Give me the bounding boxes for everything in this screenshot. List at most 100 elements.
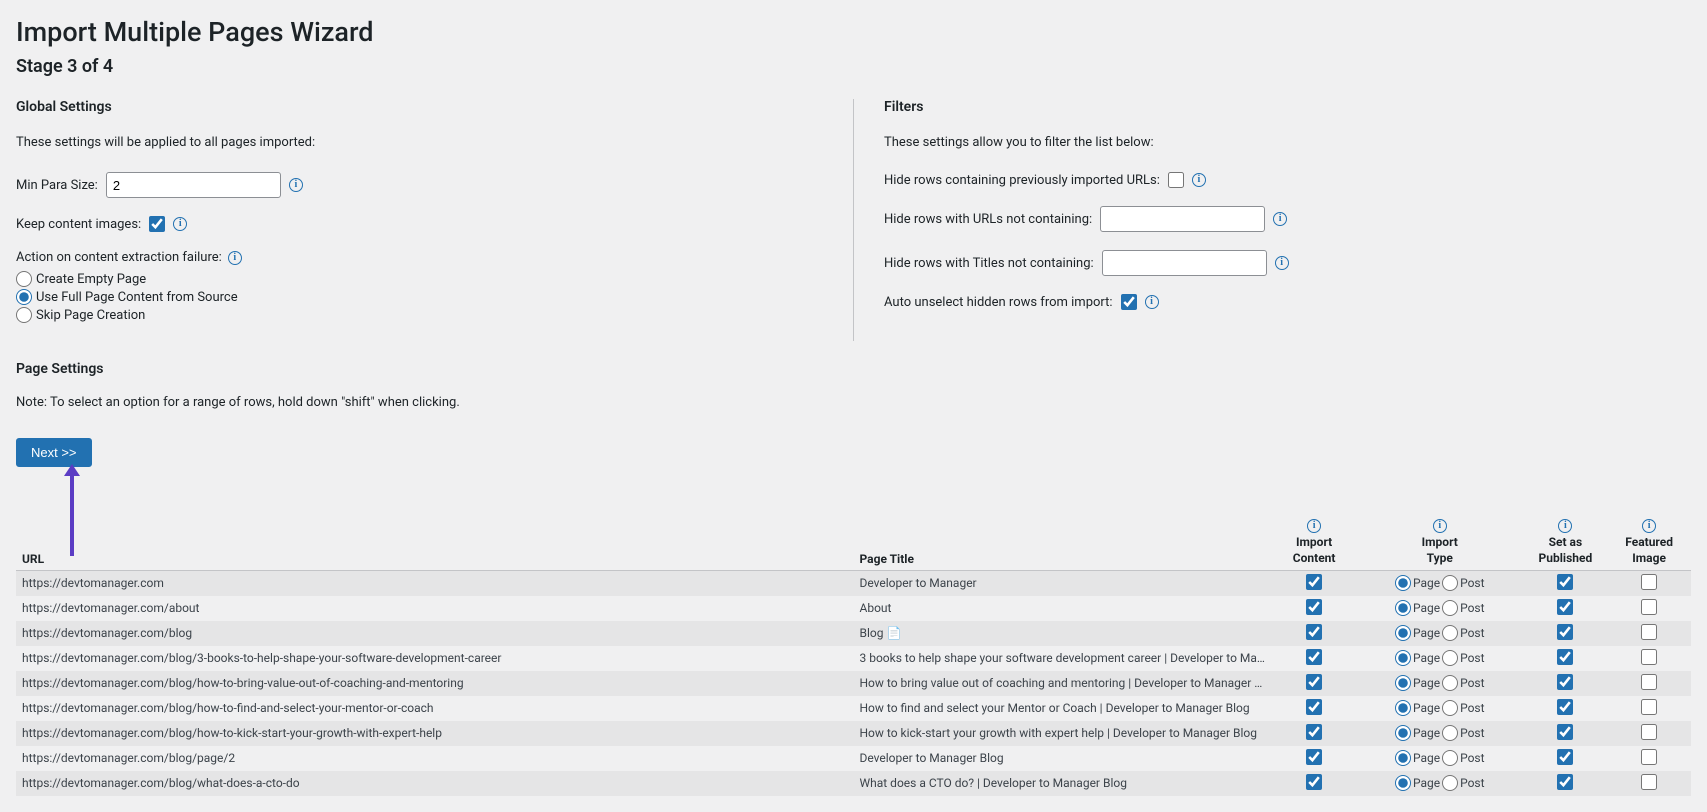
- title-cell: Developer to Manager: [854, 570, 1273, 596]
- extraction-failure-label: Action on content extraction failure:: [16, 250, 222, 265]
- title-cell: How to find and select your Mentor or Co…: [854, 696, 1273, 721]
- info-icon[interactable]: [1642, 519, 1656, 533]
- table-row: https://devtomanager.comDeveloper to Man…: [16, 570, 1691, 596]
- create-empty-page-radio[interactable]: [16, 271, 32, 287]
- import-type-post-label: Post: [1460, 576, 1484, 590]
- set-as-published-checkbox[interactable]: [1557, 649, 1573, 665]
- info-icon[interactable]: [1273, 212, 1287, 226]
- set-as-published-checkbox[interactable]: [1557, 624, 1573, 640]
- import-content-checkbox[interactable]: [1306, 724, 1322, 740]
- featured-image-checkbox[interactable]: [1641, 574, 1657, 590]
- import-content-checkbox[interactable]: [1306, 774, 1322, 790]
- import-type-post-radio[interactable]: [1442, 575, 1458, 591]
- set-as-published-checkbox[interactable]: [1557, 599, 1573, 615]
- import-type-page-radio[interactable]: [1395, 775, 1411, 791]
- import-type-page-radio[interactable]: [1395, 625, 1411, 641]
- info-icon[interactable]: [1433, 519, 1447, 533]
- import-type-post-radio[interactable]: [1442, 700, 1458, 716]
- featured-image-checkbox[interactable]: [1641, 599, 1657, 615]
- import-content-checkbox[interactable]: [1306, 699, 1322, 715]
- title-cell: What does a CTO do? | Developer to Manag…: [854, 771, 1273, 796]
- import-type-page-radio[interactable]: [1395, 725, 1411, 741]
- page-title-column-header: Page Title: [854, 515, 1273, 570]
- featured-header-2: Image: [1632, 551, 1666, 565]
- info-icon[interactable]: [1145, 295, 1159, 309]
- info-icon[interactable]: [1558, 519, 1572, 533]
- set-as-published-checkbox[interactable]: [1557, 674, 1573, 690]
- url-cell: https://devtomanager.com/blog/how-to-fin…: [16, 696, 854, 721]
- import-type-page-radio[interactable]: [1395, 675, 1411, 691]
- keep-content-images-checkbox[interactable]: [149, 216, 165, 232]
- hide-prev-imported-label: Hide rows containing previously imported…: [884, 173, 1160, 188]
- set-as-published-checkbox[interactable]: [1557, 774, 1573, 790]
- info-icon[interactable]: [228, 251, 242, 265]
- set-as-published-checkbox[interactable]: [1557, 574, 1573, 590]
- featured-image-checkbox[interactable]: [1641, 699, 1657, 715]
- featured-image-checkbox[interactable]: [1641, 624, 1657, 640]
- import-type-page-radio[interactable]: [1395, 650, 1411, 666]
- info-icon[interactable]: [1192, 173, 1206, 187]
- featured-header-1: Featured: [1625, 535, 1673, 549]
- import-type-header-1: Import: [1422, 535, 1458, 549]
- auto-unselect-checkbox[interactable]: [1121, 294, 1137, 310]
- set-as-published-checkbox[interactable]: [1557, 749, 1573, 765]
- featured-image-checkbox[interactable]: [1641, 749, 1657, 765]
- info-icon[interactable]: [289, 178, 303, 192]
- filters-heading: Filters: [884, 99, 1691, 115]
- import-type-post-radio[interactable]: [1442, 725, 1458, 741]
- use-full-page-label: Use Full Page Content from Source: [36, 290, 238, 305]
- skip-page-creation-radio[interactable]: [16, 307, 32, 323]
- title-cell: 3 books to help shape your software deve…: [854, 646, 1273, 671]
- import-type-post-radio[interactable]: [1442, 650, 1458, 666]
- page-settings-note: Note: To select an option for a range of…: [16, 395, 1691, 410]
- import-content-checkbox[interactable]: [1306, 624, 1322, 640]
- import-content-checkbox[interactable]: [1306, 649, 1322, 665]
- import-content-checkbox[interactable]: [1306, 599, 1322, 615]
- import-type-post-label: Post: [1460, 676, 1484, 690]
- skip-page-creation-label: Skip Page Creation: [36, 308, 145, 323]
- featured-image-checkbox[interactable]: [1641, 724, 1657, 740]
- hide-titles-not-containing-input[interactable]: [1102, 250, 1267, 276]
- import-content-checkbox[interactable]: [1306, 749, 1322, 765]
- url-cell: https://devtomanager.com/blog: [16, 621, 854, 646]
- url-cell: https://devtomanager.com/blog/3-books-to…: [16, 646, 854, 671]
- hide-urls-not-containing-label: Hide rows with URLs not containing:: [884, 212, 1092, 227]
- url-column-header: URL: [16, 515, 854, 570]
- import-type-page-label: Page: [1413, 751, 1440, 765]
- min-para-size-input[interactable]: [106, 172, 281, 198]
- hide-prev-imported-checkbox[interactable]: [1168, 172, 1184, 188]
- stage-indicator: Stage 3 of 4: [16, 56, 1691, 77]
- set-as-published-checkbox[interactable]: [1557, 699, 1573, 715]
- featured-image-checkbox[interactable]: [1641, 774, 1657, 790]
- featured-image-checkbox[interactable]: [1641, 674, 1657, 690]
- table-row: https://devtomanager.com/blog/how-to-kic…: [16, 721, 1691, 746]
- info-icon[interactable]: [1275, 256, 1289, 270]
- import-type-post-radio[interactable]: [1442, 625, 1458, 641]
- featured-image-checkbox[interactable]: [1641, 649, 1657, 665]
- hide-urls-not-containing-input[interactable]: [1100, 206, 1265, 232]
- import-type-page-radio[interactable]: [1395, 575, 1411, 591]
- import-content-checkbox[interactable]: [1306, 674, 1322, 690]
- use-full-page-radio[interactable]: [16, 289, 32, 305]
- import-type-page-label: Page: [1413, 701, 1440, 715]
- url-cell: https://devtomanager.com/blog/how-to-bri…: [16, 671, 854, 696]
- info-icon[interactable]: [1307, 519, 1321, 533]
- next-button[interactable]: Next >>: [16, 438, 92, 467]
- import-type-page-label: Page: [1413, 651, 1440, 665]
- set-as-header-2: Published: [1539, 551, 1593, 565]
- keep-content-images-label: Keep content images:: [16, 217, 141, 232]
- info-icon[interactable]: [173, 217, 187, 231]
- url-cell: https://devtomanager.com/blog/what-does-…: [16, 771, 854, 796]
- arrow-annotation-icon: [70, 474, 74, 556]
- table-row: https://devtomanager.com/blog/how-to-fin…: [16, 696, 1691, 721]
- import-type-post-radio[interactable]: [1442, 600, 1458, 616]
- import-content-checkbox[interactable]: [1306, 574, 1322, 590]
- set-as-published-checkbox[interactable]: [1557, 724, 1573, 740]
- import-type-page-radio[interactable]: [1395, 700, 1411, 716]
- import-type-post-radio[interactable]: [1442, 675, 1458, 691]
- import-type-post-radio[interactable]: [1442, 750, 1458, 766]
- import-type-post-radio[interactable]: [1442, 775, 1458, 791]
- import-content-header-2: Content: [1293, 551, 1336, 565]
- import-type-page-radio[interactable]: [1395, 600, 1411, 616]
- import-type-page-radio[interactable]: [1395, 750, 1411, 766]
